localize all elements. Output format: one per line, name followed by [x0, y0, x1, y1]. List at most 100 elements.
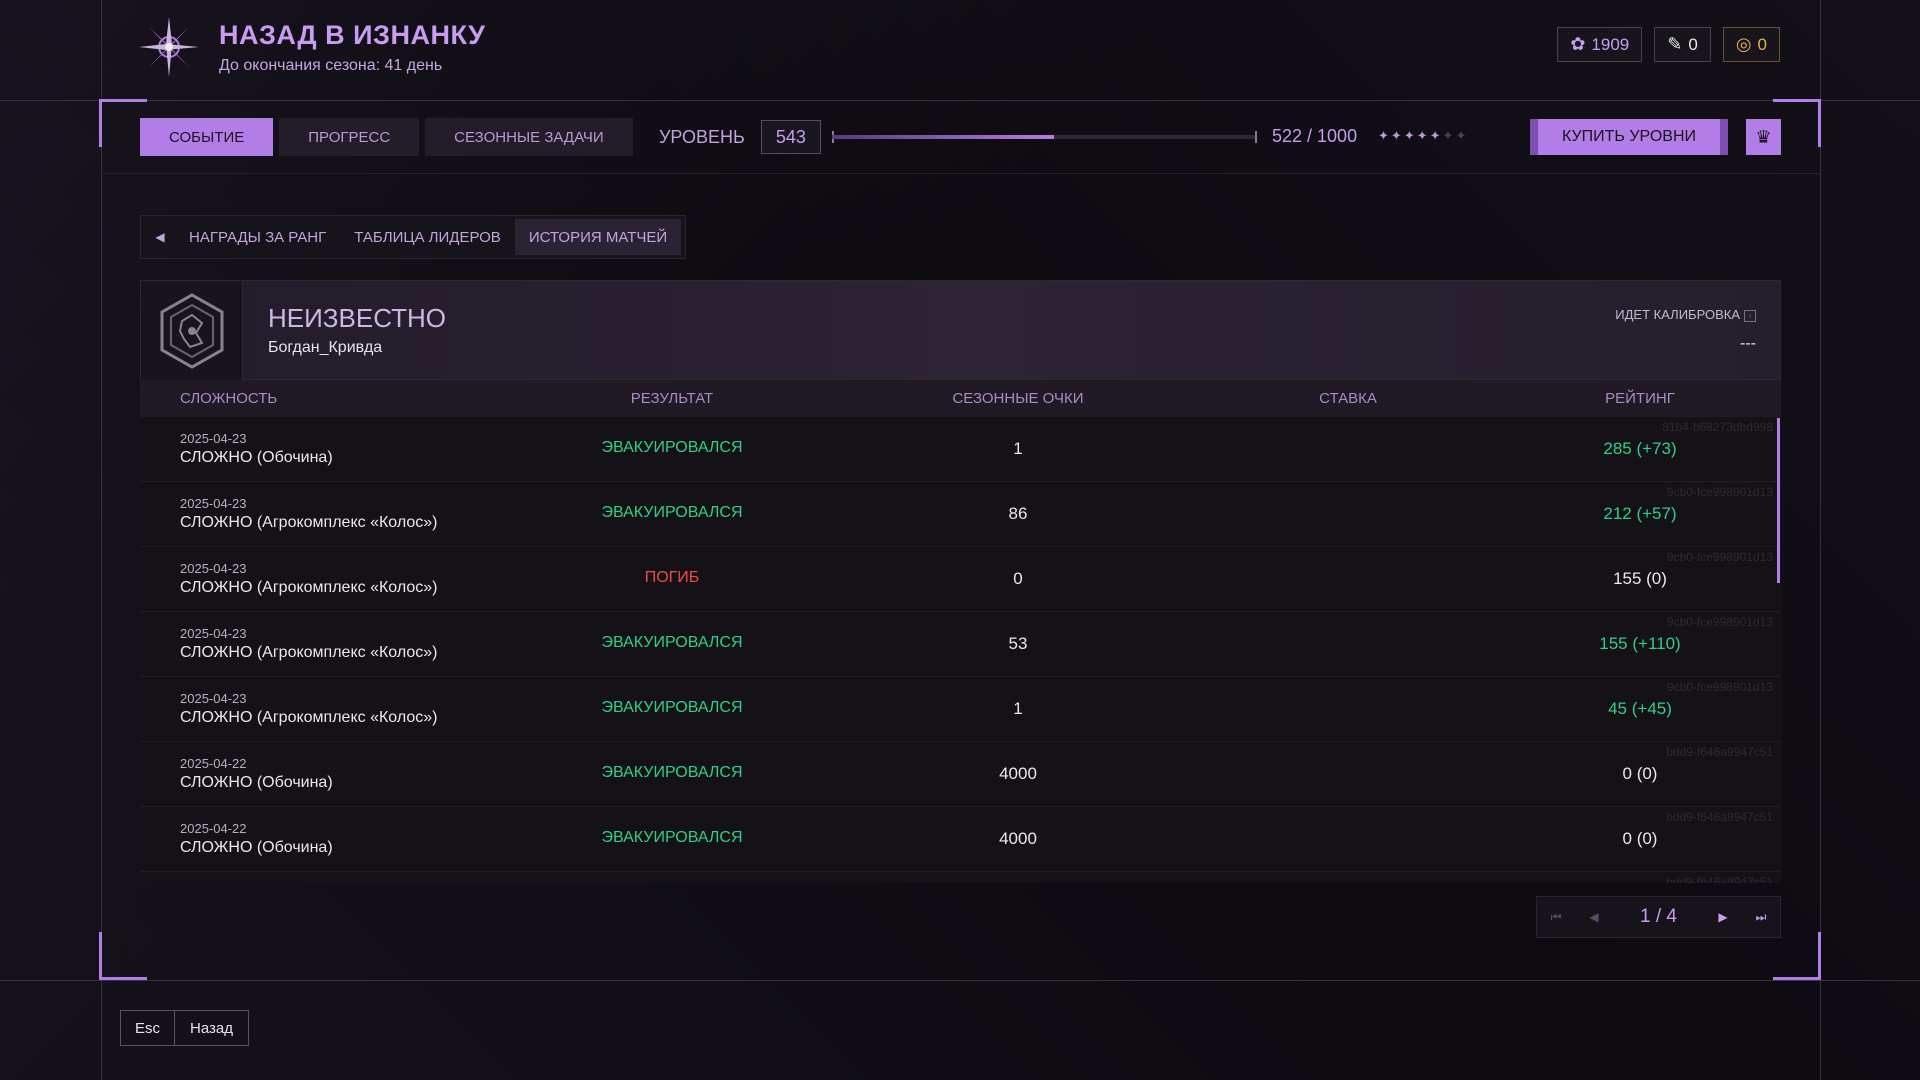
star-icon: ✦ — [1429, 128, 1443, 143]
star-icon: ✦ — [1403, 128, 1417, 143]
table-row[interactable]: 9cb0-fce998901d13 2025-04-23 СЛОЖНО (Агрок… — [140, 547, 1781, 612]
column-header-bet: СТАВКА — [1319, 390, 1377, 407]
prev-page-icon[interactable]: ◀ — [1575, 897, 1613, 937]
progress-bar-end — [1255, 131, 1257, 143]
back-button[interactable]: Esc Назад — [120, 1010, 249, 1046]
frame-line-top — [0, 100, 1920, 101]
column-header-points: СЕЗОННЫЕ ОЧКИ — [952, 390, 1084, 407]
back-label: Назад — [190, 1019, 233, 1037]
match-date: 2025-04-23 — [180, 496, 247, 511]
match-id: 9cb0-fce998901d13 — [1666, 485, 1773, 499]
star-icon: ✦ — [1442, 128, 1456, 143]
match-date: 2025-04-23 — [180, 431, 247, 446]
match-date: 2025-04-22 — [180, 821, 247, 836]
match-history-table: СЛОЖНОСТЬ РЕЗУЛЬТАТ СЕЗОННЫЕ ОЧКИ СТАВКА… — [140, 380, 1781, 883]
match-difficulty: СЛОЖНО (Обочина) — [180, 449, 333, 466]
match-result: ЭВАКУИРОВАЛСЯ — [601, 504, 743, 521]
calibration-label: ИДЕТ КАЛИБРОВКА — [1615, 307, 1740, 322]
column-header-result: РЕЗУЛЬТАТ — [630, 390, 714, 407]
currency-value: 0 — [1757, 34, 1767, 54]
match-difficulty: СЛОЖНО (Агрокомплекс «Колос») — [180, 514, 438, 531]
level-label: УРОВЕНЬ — [659, 126, 745, 147]
player-card: НЕИЗВЕСТНО Богдан_Кривда ИДЕТ КАЛИБРОВКА… — [140, 280, 1781, 381]
first-page-icon[interactable]: ⏮ — [1537, 897, 1575, 937]
match-id: bdd9-f646a9947c51 — [1666, 745, 1773, 759]
tab-season-tasks[interactable]: СЕЗОННЫЕ ЗАДАЧИ — [425, 118, 633, 156]
currency-bar: ✿ 1909 ✎ 0 ◎ 0 — [1557, 27, 1780, 62]
star-icon: ✦ — [1390, 128, 1404, 143]
nav-divider — [101, 173, 1820, 174]
match-id: 9cb0-fce998901d13 — [1666, 680, 1773, 694]
currency-flower[interactable]: ✿ 1909 — [1557, 27, 1643, 62]
match-result: ПОГИБ — [644, 569, 700, 586]
match-rating: 45 (+45) — [1608, 699, 1672, 718]
level-progress-text: 522 / 1000 — [1272, 126, 1358, 146]
season-points: 0 — [1013, 569, 1023, 588]
esc-key-hint: Esc — [121, 1011, 176, 1045]
frame-line-left — [101, 0, 102, 1080]
currency-coin[interactable]: ◎ 0 — [1722, 27, 1780, 62]
level-value: 543 — [760, 120, 821, 154]
match-id: 9cb0-fce998901d13 — [1666, 550, 1773, 564]
level-stars: ✦✦✦✦✦✦✦ — [1378, 128, 1468, 144]
currency-feather[interactable]: ✎ 0 — [1654, 27, 1711, 62]
main-tabs: СОБЫТИЕ ПРОГРЕСС СЕЗОННЫЕ ЗАДАЧИ — [140, 118, 633, 156]
match-difficulty: СЛОЖНО (Агрокомплекс «Колос») — [180, 579, 438, 596]
table-row[interactable]: bdd9-f646a9947c51 — [140, 872, 1781, 883]
event-header: НАЗАД В ИЗНАНКУ До окончания сезона: 41 … — [137, 12, 485, 82]
calibration-value: --- — [1740, 335, 1756, 352]
level-progress-bar — [832, 135, 1257, 139]
frame-corner — [1773, 932, 1821, 980]
feather-icon: ✎ — [1667, 34, 1683, 54]
star-icon: ✦ — [1455, 128, 1469, 143]
match-result: ЭВАКУИРОВАЛСЯ — [601, 829, 743, 846]
match-rating: 0 (0) — [1622, 764, 1658, 783]
back-arrow-icon[interactable]: ◀ — [145, 219, 175, 255]
match-date: 2025-04-22 — [180, 756, 247, 771]
match-id: 9cb0-fce998901d13 — [1666, 615, 1773, 629]
rank-emblem — [141, 281, 243, 381]
table-row[interactable]: 9cb0-fce998901d13 2025-04-23 СЛОЖНО (Агрок… — [140, 482, 1781, 547]
unknown-rank-icon — [160, 293, 223, 369]
calibration-status: ИДЕТ КАЛИБРОВКА › — [1615, 307, 1756, 322]
season-points: 86 — [1008, 504, 1028, 523]
tab-progress[interactable]: ПРОГРЕСС — [279, 118, 420, 156]
column-header-difficulty: СЛОЖНОСТЬ — [180, 390, 278, 407]
star-icon: ✦ — [1378, 128, 1391, 143]
tab-rank-rewards[interactable]: НАГРАДЫ ЗА РАНГ — [175, 219, 340, 255]
season-points: 1 — [1013, 439, 1023, 458]
last-page-icon[interactable]: ⏭ — [1742, 897, 1780, 937]
next-page-icon[interactable]: ▶ — [1704, 897, 1742, 937]
table-row[interactable]: bdd9-f646a9947c51 2025-04-22 СЛОЖНО (Обочи… — [140, 742, 1781, 807]
season-timer: До окончания сезона: 41 день — [219, 56, 443, 74]
table-row[interactable]: 9cb0-fce998901d13 2025-04-23 СЛОЖНО (Агрок… — [140, 612, 1781, 677]
page-title: НАЗАД В ИЗНАНКУ — [219, 19, 486, 50]
match-rating: 0 (0) — [1622, 829, 1658, 848]
match-rating: 212 (+57) — [1603, 504, 1677, 523]
match-id: bdd9-f646a9947c51 — [1666, 810, 1773, 824]
buy-levels-button[interactable]: КУПИТЬ УРОВНИ — [1530, 119, 1728, 155]
season-points: 4000 — [999, 829, 1037, 848]
match-id: 81b4-b68273dbd998 — [1662, 420, 1773, 434]
tab-leaderboard[interactable]: ТАБЛИЦА ЛИДЕРОВ — [340, 219, 515, 255]
match-date: 2025-04-23 — [180, 691, 247, 706]
table-row[interactable]: bdd9-f646a9947c51 2025-04-22 СЛОЖНО (Обочи… — [140, 807, 1781, 872]
match-result: ЭВАКУИРОВАЛСЯ — [601, 439, 743, 456]
tab-event[interactable]: СОБЫТИЕ — [140, 118, 274, 156]
table-row[interactable]: 9cb0-fce998901d13 2025-04-23 СЛОЖНО (Агрок… — [140, 677, 1781, 742]
tab-match-history[interactable]: ИСТОРИЯ МАТЧЕЙ — [514, 219, 682, 255]
match-difficulty: СЛОЖНО (Обочина) — [180, 774, 333, 791]
rank-name: НЕИЗВЕСТНО — [268, 303, 446, 333]
flower-icon: ✿ — [1570, 34, 1586, 54]
frame-line-right — [1820, 0, 1821, 1080]
match-rating: 285 (+73) — [1603, 439, 1677, 458]
match-date: 2025-04-23 — [180, 626, 247, 641]
match-date: 2025-04-23 — [180, 561, 247, 576]
match-result: ЭВАКУИРОВАЛСЯ — [601, 699, 743, 716]
table-row[interactable]: 81b4-b68273dbd998 2025-04-23 СЛОЖНО (Обочи… — [140, 417, 1781, 482]
info-icon[interactable]: › — [1744, 309, 1756, 322]
pagination: ⏮ ◀ 1 / 4 ▶ ⏭ — [1536, 896, 1781, 938]
premium-crown-button[interactable]: ♛ — [1746, 119, 1781, 155]
match-id: bdd9-f646a9947c51 — [1666, 875, 1773, 883]
table-scrollbar[interactable] — [1777, 418, 1780, 583]
